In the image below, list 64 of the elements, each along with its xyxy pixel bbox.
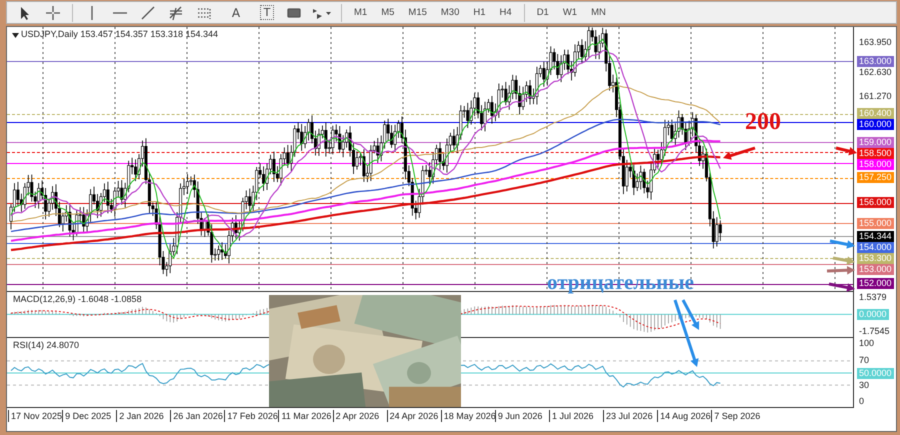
axis-label: 0.0000 [857, 308, 889, 320]
timeframe-button[interactable]: D1 [530, 4, 556, 22]
timeframe-button[interactable]: M5 [374, 4, 402, 22]
axis-label: 152.000 [857, 278, 894, 290]
timeframe-button[interactable]: M1 [347, 4, 374, 22]
dropdown-caret-icon [12, 33, 19, 38]
arrow [832, 256, 855, 265]
axis-label: 154.000 [857, 242, 894, 253]
timeframe-button[interactable]: MN [584, 4, 613, 22]
axis-label: 50.0000 [857, 368, 894, 378]
arrow [723, 146, 756, 160]
arrow [826, 266, 855, 275]
axis-label: -1.7545 [858, 326, 891, 337]
axis-label: 160.400 [857, 108, 894, 120]
timeframe-button[interactable]: H1 [466, 4, 493, 22]
axis-label: 160.000 [857, 119, 894, 130]
date-label: 14 Aug 2026 [657, 410, 712, 422]
axis-label: 154.344 [857, 230, 894, 242]
date-label: 9 Dec 2025 [62, 410, 116, 422]
axis-label: 0 [858, 396, 866, 407]
axis-label: 161.270 [858, 90, 893, 102]
vertical-line-icon [91, 6, 93, 20]
date-label: 11 Mar 2026 [278, 410, 333, 422]
axis-label: 158.500 [857, 148, 894, 159]
date-label: 2 Apr 2026 [332, 410, 387, 422]
timeframe-button[interactable]: M15 [401, 4, 434, 22]
axis-label: 30 [858, 380, 870, 391]
timeframe-button[interactable]: W1 [556, 4, 584, 22]
timeframe-button[interactable]: M30 [434, 4, 466, 22]
arrow [828, 282, 855, 292]
axis-label: 70 [858, 355, 870, 366]
axis-label: 163.950 [858, 36, 893, 48]
horizontal-line-icon [113, 12, 127, 14]
date-label: 24 Apr 2026 [386, 410, 441, 422]
axis-label: 163.000 [857, 56, 894, 67]
text-label-tool[interactable]: T [260, 5, 274, 20]
date-label: 17 Feb 2026 [224, 410, 278, 422]
crosshair-icon [45, 4, 61, 20]
arrow [836, 146, 857, 156]
text-tool[interactable]: A [224, 2, 248, 22]
axis-label: 162.630 [858, 66, 893, 78]
date-label: 26 Jan 2026 [170, 410, 224, 422]
axis-label: 155.000 [857, 218, 894, 229]
date-label: 23 Jul 2026 [603, 410, 658, 422]
timeframe-button[interactable]: H4 [492, 4, 519, 22]
axis-label: 153.300 [857, 252, 894, 264]
date-label: 17 Nov 2025 [8, 410, 62, 422]
axis-label: 157.250 [857, 172, 894, 184]
date-label: 1 Jul 2026 [548, 410, 604, 422]
date-label: 18 May 2026 [440, 410, 495, 422]
date-label: 2 Jan 2026 [116, 410, 170, 422]
arrow [830, 240, 855, 249]
indicator-header: RSI(14) 24.8070 [13, 340, 80, 350]
axis-label: 159.000 [857, 136, 894, 148]
indicator-header: MACD(12,26,9) -1.6048 -1.0858 [13, 294, 142, 304]
axis-label: 158.000 [857, 158, 894, 170]
date-label: 9 Jun 2026 [494, 410, 549, 422]
axis-label: 153.000 [857, 264, 894, 275]
date-label: 7 Sep 2026 [711, 410, 766, 422]
axis-label: 1.5379 [858, 292, 888, 303]
axis-label: 156.000 [857, 197, 894, 208]
axis-label: 100 [858, 338, 876, 349]
trend-line-icon [140, 4, 156, 20]
chart-header: USDJPY,Daily 153.457 154.357 153.318 154.344 [21, 29, 218, 39]
